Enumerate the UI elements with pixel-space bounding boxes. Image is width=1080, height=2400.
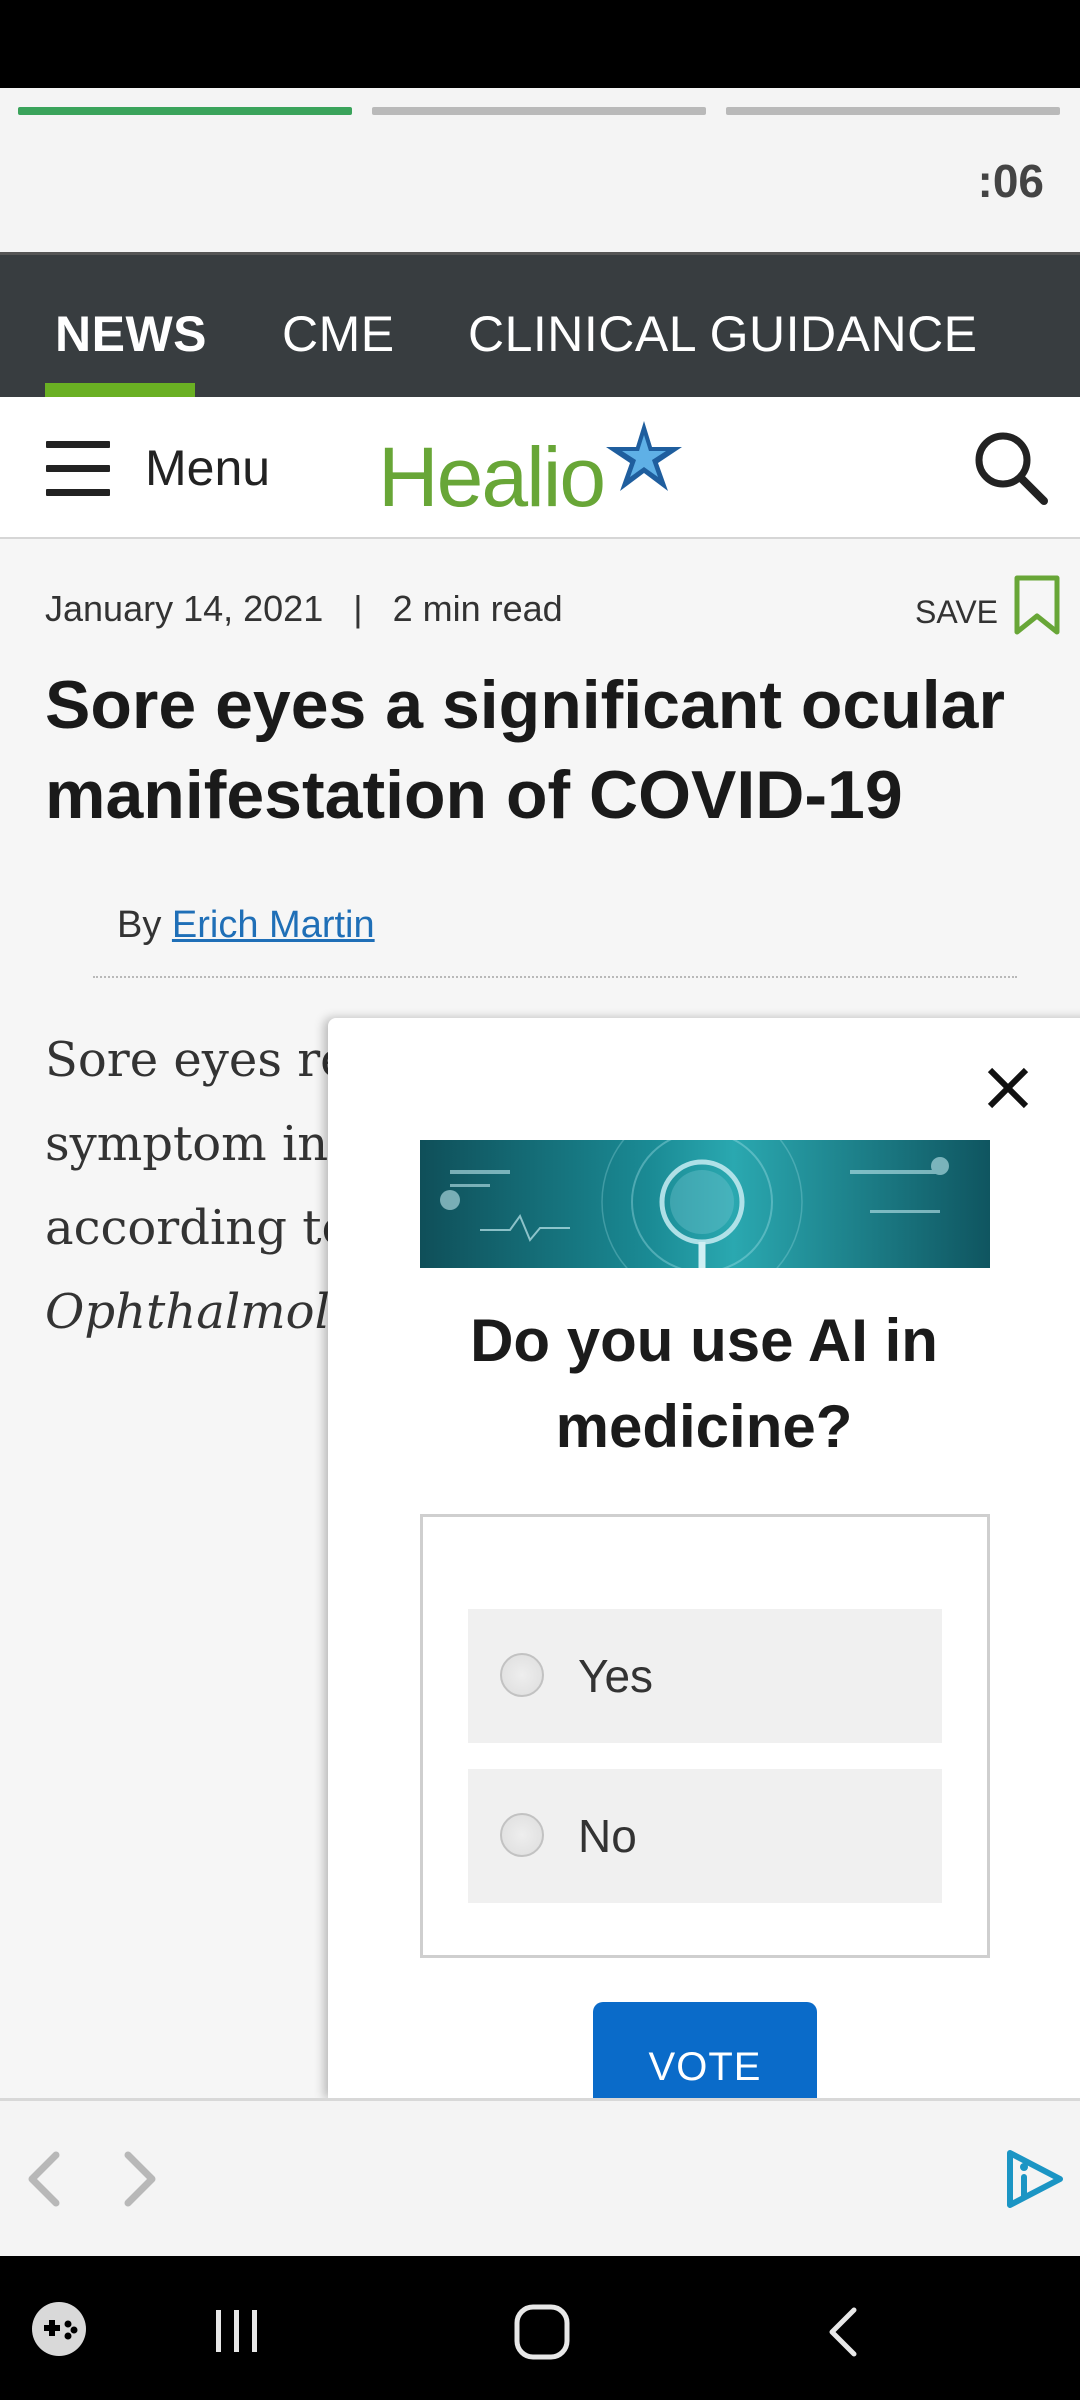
body-line: Sore eyes re — [45, 1032, 349, 1088]
site-header: Menu Healio — [0, 397, 1080, 539]
story-timer: :06 — [977, 155, 1044, 207]
story-progress-segment — [18, 107, 352, 115]
logo-star-icon — [606, 421, 682, 491]
read-time: 2 min read — [392, 588, 563, 629]
byline: By Erich Martin — [117, 904, 375, 947]
byline-divider — [93, 976, 1017, 978]
story-bottom-bar — [0, 2098, 1080, 2256]
radio-button[interactable] — [500, 1813, 544, 1857]
story-progress-segment — [372, 107, 706, 115]
radio-button[interactable] — [500, 1653, 544, 1697]
poll-option-label: Yes — [578, 1650, 654, 1702]
poll-option-label: No — [578, 1810, 637, 1862]
poll-question: Do you use AI in medicine? — [470, 1307, 938, 1460]
status-bar — [0, 0, 1080, 88]
byline-prefix: By — [117, 904, 162, 946]
poll-option-no[interactable]: No — [468, 1769, 942, 1903]
tab-news[interactable]: NEWS — [55, 305, 207, 363]
body-line: according to — [45, 1200, 351, 1256]
article-meta: January 14, 2021 | 2 min read — [45, 588, 563, 630]
meta-divider: | — [353, 588, 363, 629]
logo-text: Healio — [378, 430, 606, 524]
article-body: Sore eyes re symptom in according to Oph… — [45, 1018, 375, 1354]
close-icon[interactable] — [980, 1060, 1036, 1116]
game-launcher-icon[interactable] — [30, 2300, 88, 2358]
healio-logo[interactable]: Healio — [378, 417, 698, 524]
top-nav: NEWS CME CLINICAL GUIDANCE — [0, 252, 1080, 397]
story-progress-segment — [726, 107, 1060, 115]
menu-icon[interactable] — [46, 441, 110, 496]
body-line-italic: Ophthalmolo — [45, 1284, 359, 1340]
author-link[interactable]: Erich Martin — [172, 904, 375, 946]
chevron-right-icon[interactable] — [110, 2149, 166, 2209]
poll-banner-image — [420, 1140, 990, 1268]
tab-cme[interactable]: CME — [282, 305, 395, 363]
poll-modal: Do you use AI in medicine? Yes No VOTE — [328, 1018, 1080, 2098]
magnifier-illustration-icon — [440, 1140, 949, 1268]
back-icon[interactable] — [822, 2306, 862, 2358]
poll-option-yes[interactable]: Yes — [468, 1609, 942, 1743]
recent-apps-icon[interactable] — [210, 2306, 264, 2356]
story-progress-area: :06 — [0, 88, 1080, 252]
body-line: symptom in — [45, 1116, 329, 1172]
save-label[interactable]: SAVE — [915, 594, 998, 631]
bookmark-icon[interactable] — [1012, 574, 1062, 636]
tab-clinical-guidance[interactable]: CLINICAL GUIDANCE — [468, 305, 978, 363]
home-icon[interactable] — [512, 2302, 572, 2362]
system-nav-bar — [0, 2256, 1080, 2400]
search-icon[interactable] — [970, 427, 1050, 507]
article-headline: Sore eyes a significant ocular manifesta… — [45, 667, 1005, 833]
menu-label[interactable]: Menu — [145, 439, 270, 497]
vote-button[interactable]: VOTE — [593, 2002, 817, 2098]
chevron-left-icon[interactable] — [18, 2149, 74, 2209]
poll-options-box: Yes No — [420, 1514, 990, 1958]
amp-story-icon[interactable] — [1000, 2147, 1066, 2211]
active-tab-indicator — [45, 383, 195, 397]
article-date: January 14, 2021 — [45, 588, 324, 629]
